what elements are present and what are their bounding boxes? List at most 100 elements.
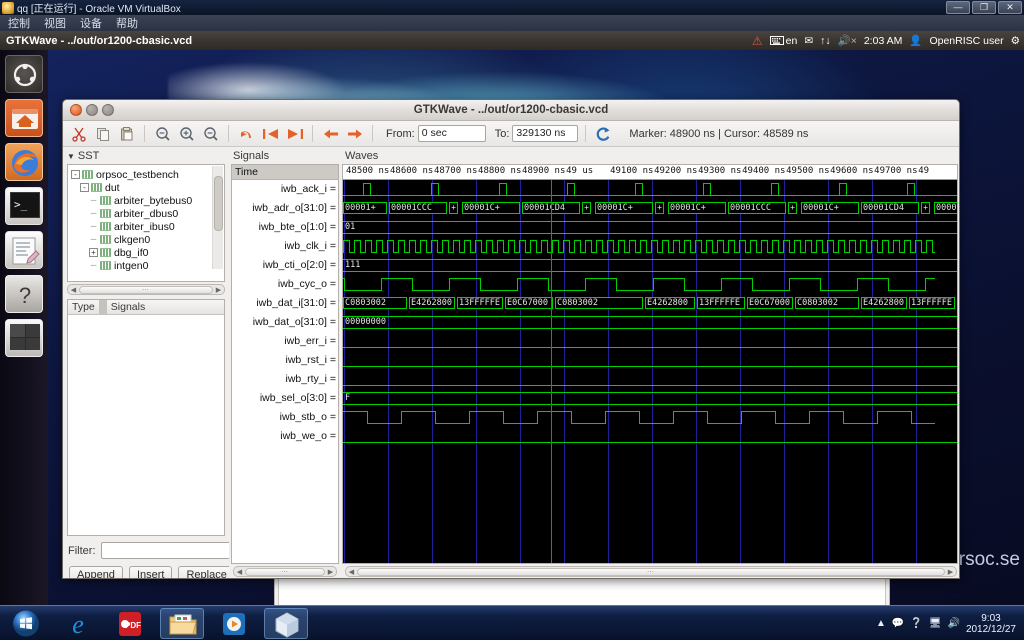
column-signals[interactable]: Signals [107,301,149,313]
sst-node[interactable]: – intgen0 [71,259,222,272]
zoom-out-icon[interactable] [200,123,221,144]
wave-canvas[interactable]: 00001+ 00001CCC +00001C+ 00001CD4 +00001C+ +0… [343,180,957,563]
user-label[interactable]: OpenRISC user [929,35,1003,47]
wave-row-iwb_cyc_o[interactable] [343,275,957,294]
zoom-to-start-icon[interactable] [260,123,281,144]
wave-horizontal-scrollbar[interactable]: ◀ ⋯ ▶ [345,566,957,577]
reload-icon[interactable] [593,123,614,144]
clock-label[interactable]: 2:03 AM [864,35,903,47]
mail-icon[interactable]: ✉ [804,35,813,47]
sst-tree-box[interactable]: - orpsoc_testbench - dut – arbiter_bytebus0– a… [67,164,225,282]
signal-name[interactable]: iwb_rty_i = [232,370,338,389]
gear-icon[interactable]: ⚙ [1011,35,1020,47]
start-orb-button[interactable] [4,608,48,639]
zoom-to-end-icon[interactable] [284,123,305,144]
tray-expand-icon[interactable]: ▲ [876,618,886,629]
close-button[interactable]: ✕ [998,1,1022,14]
sst-horizontal-scrollbar[interactable]: ◀ ⋯ ▶ [67,284,225,295]
scroll-right-icon[interactable]: ▶ [214,286,223,294]
signal-name[interactable]: iwb_stb_o = [232,408,338,427]
from-input[interactable]: 0 sec [417,125,486,142]
scrollbar-thumb[interactable]: ⋯ [245,567,325,576]
scroll-right-icon[interactable]: ▶ [946,568,955,576]
network-icon[interactable]: ↑↓ [820,35,831,47]
virtualbox-menubar[interactable]: 控制 视图 设备 帮助 [0,15,1024,31]
column-type[interactable]: Type [68,301,99,313]
signal-name[interactable]: iwb_clk_i = [232,237,338,256]
cursor-marker[interactable] [551,180,552,563]
launcher-item-firefox[interactable] [5,143,43,181]
launcher-item-text-editor[interactable] [5,231,43,269]
replace-button[interactable]: Replace [178,566,235,578]
scroll-left-icon[interactable]: ◀ [235,568,244,576]
prev-edge-icon[interactable] [320,123,341,144]
wave-row-iwb_stb_o[interactable] [343,408,957,427]
menu-devices[interactable]: 设备 [80,15,102,31]
append-button[interactable]: Append [69,566,123,578]
signal-name[interactable]: iwb_dat_i[31:0] = [232,294,338,313]
wave-row-iwb_dat_o[interactable]: 00000000 [343,313,957,332]
sst-node[interactable]: - dut [71,181,222,194]
signal-name[interactable]: iwb_dat_o[31:0] = [232,313,338,332]
sst-node[interactable]: – clkgen0 [71,233,222,246]
paste-icon[interactable] [116,123,137,144]
sst-node[interactable]: + dbg_if0 [71,246,222,259]
taskbar-item-file-explorer[interactable] [160,608,204,639]
tray-icon-help[interactable]: ❔ [910,618,922,629]
scrollbar-thumb[interactable] [214,176,223,231]
taskbar-item-virtualbox[interactable] [264,608,308,639]
signal-table[interactable]: Type Signals [67,299,225,536]
wave-viewport[interactable]: 48500 ns 48600 ns 48700 ns 48800 ns 48900 ns… [342,164,958,564]
wave-row-iwb_cti_o[interactable]: 111 [343,256,957,275]
window-controls[interactable]: — ❐ ✕ [946,1,1022,14]
wave-row-iwb_err_i[interactable] [343,332,957,351]
taskbar-item-pdf-reader[interactable]: PDF [108,608,152,639]
signal-name[interactable]: iwb_cyc_o = [232,275,338,294]
sst-node[interactable]: - orpsoc_testbench [71,168,222,181]
wave-row-iwb_rst_i[interactable] [343,351,957,370]
sst-vertical-scrollbar[interactable] [212,166,223,269]
collapse-icon[interactable]: - [71,170,80,179]
launcher-item-help[interactable]: ? [5,275,43,313]
copy-icon[interactable] [92,123,113,144]
signal-name[interactable]: iwb_cti_o[2:0] = [232,256,338,275]
scrollbar-thumb[interactable]: ⋯ [79,285,213,294]
collapse-icon[interactable]: - [80,183,89,192]
insert-button[interactable]: Insert [128,566,173,578]
unity-launcher[interactable]: >_ ? [0,50,48,605]
signal-name[interactable]: iwb_adr_o[31:0] = [232,199,338,218]
tray-icon-network[interactable]: 🖥 [929,618,942,629]
menu-view[interactable]: 视图 [44,15,66,31]
keyboard-icon[interactable]: en [769,35,797,47]
menu-control[interactable]: 控制 [8,15,30,31]
launcher-item-terminal[interactable]: >_ [5,187,43,225]
taskbar-item-internet-explorer[interactable]: e [56,608,100,639]
signal-name[interactable]: iwb_err_i = [232,332,338,351]
gtkwave-toolbar[interactable]: From: 0 sec To: 329130 ns Marker: 48900 … [63,121,959,147]
sst-node[interactable]: – arbiter_ibus0 [71,220,222,233]
launcher-item-ubuntu-dash[interactable] [5,55,43,93]
signal-names-box[interactable]: Time iwb_ack_i = iwb_adr_o[31:0] = iwb_bte… [231,164,339,564]
tray-icon-messenger[interactable]: 💬 [892,618,904,629]
cut-icon[interactable] [68,123,89,144]
taskbar-clock[interactable]: 9:03 2012/12/27 [966,613,1020,635]
scroll-right-icon[interactable]: ▶ [326,568,335,576]
wave-row-iwb_we_o[interactable] [343,427,957,446]
zoom-undo-icon[interactable] [236,123,257,144]
zoom-in-icon[interactable] [176,123,197,144]
minimize-button[interactable]: — [946,1,970,14]
signal-names-list[interactable]: iwb_ack_i = iwb_adr_o[31:0] = iwb_bte_o[1:… [232,180,338,446]
sst-tree[interactable]: - orpsoc_testbench - dut – arbiter_bytebus0– a… [68,165,224,272]
scrollbar-thumb[interactable]: ⋯ [357,567,945,576]
wave-row-iwb_rty_i[interactable] [343,370,957,389]
time-ruler[interactable]: 48500 ns 48600 ns 48700 ns 48800 ns 48900 ns… [343,165,957,180]
tray-icon-volume[interactable]: 🔊 [947,618,959,629]
unity-indicators[interactable]: ⚠ en ✉ ↑↓ 🔊× 2:03 AM 👤 OpenRISC user ⚙ [752,31,1020,50]
zoom-fit-icon[interactable] [152,123,173,144]
scroll-left-icon[interactable]: ◀ [69,286,78,294]
signal-name[interactable]: iwb_bte_o[1:0] = [232,218,338,237]
expand-icon[interactable]: + [89,248,98,257]
volume-muted-icon[interactable]: 🔊× [838,34,857,47]
wave-row-iwb_bte_o[interactable]: 01 [343,218,957,237]
signal-name[interactable]: iwb_ack_i = [232,180,338,199]
